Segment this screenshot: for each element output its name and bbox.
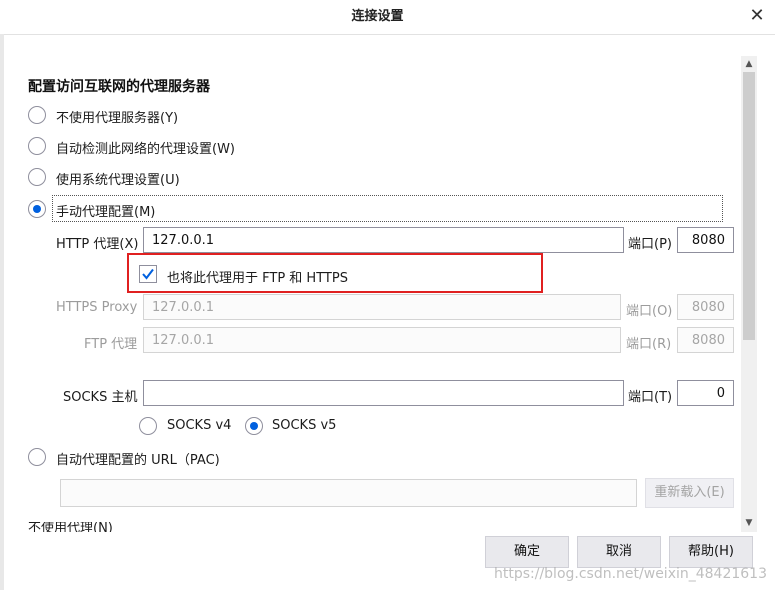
also-use-checkbox[interactable] <box>139 265 157 283</box>
https-port-input[interactable] <box>677 294 734 320</box>
radio-manual-proxy-label[interactable]: 手动代理配置(M) <box>56 201 155 220</box>
socks-host-input[interactable] <box>143 380 624 406</box>
ftp-port-label: 端口(R) <box>626 337 672 352</box>
help-button[interactable]: 帮助(H) <box>669 536 753 568</box>
http-port-input[interactable] <box>677 227 734 253</box>
socks-port-input[interactable] <box>677 380 734 406</box>
no-proxy-for-label-cut: 不使用代理(N) <box>28 522 113 532</box>
scroll-up-icon[interactable]: ▲ <box>741 57 757 71</box>
radio-system-proxy[interactable] <box>28 168 46 186</box>
section-title: 配置访问互联网的代理服务器 <box>28 79 210 95</box>
https-proxy-label: HTTPS Proxy <box>56 300 138 315</box>
checkmark-icon <box>142 268 154 280</box>
https-port-label: 端口(O) <box>626 304 673 319</box>
pac-url-input[interactable] <box>60 479 637 507</box>
radio-pac-label[interactable]: 自动代理配置的 URL（PAC) <box>56 449 220 468</box>
ftp-proxy-input[interactable] <box>143 327 621 353</box>
radio-socks-v5-label[interactable]: SOCKS v5 <box>272 418 336 433</box>
scrollbar-thumb[interactable] <box>743 72 755 340</box>
radio-auto-detect[interactable] <box>28 137 46 155</box>
window-left-edge <box>0 0 4 590</box>
https-proxy-input[interactable] <box>143 294 621 320</box>
radio-auto-detect-label[interactable]: 自动检测此网络的代理设置(W) <box>56 138 235 157</box>
radio-socks-v5[interactable] <box>245 417 263 435</box>
watermark: https://blog.csdn.net/weixin_48421613 <box>493 566 767 582</box>
radio-system-proxy-label[interactable]: 使用系统代理设置(U) <box>56 169 180 188</box>
reload-button[interactable]: 重新载入(E) <box>645 478 734 508</box>
ok-button[interactable]: 确定 <box>485 536 569 568</box>
ftp-port-input[interactable] <box>677 327 734 353</box>
title-separator <box>4 34 775 35</box>
also-use-label[interactable]: 也将此代理用于 FTP 和 HTTPS <box>167 267 348 286</box>
http-port-label: 端口(P) <box>628 237 672 252</box>
scroll-down-icon[interactable]: ▼ <box>741 516 757 530</box>
cancel-button[interactable]: 取消 <box>577 536 661 568</box>
http-proxy-label: HTTP 代理(X) <box>56 237 139 252</box>
http-proxy-input[interactable] <box>143 227 624 253</box>
radio-no-proxy[interactable] <box>28 106 46 124</box>
ftp-proxy-label: FTP 代理 <box>84 337 138 352</box>
radio-pac[interactable] <box>28 448 46 466</box>
radio-manual-proxy[interactable] <box>28 200 46 218</box>
radio-no-proxy-label[interactable]: 不使用代理服务器(Y) <box>56 107 178 126</box>
close-icon[interactable]: ✕ <box>747 6 767 26</box>
socks-host-label: SOCKS 主机 <box>63 390 138 405</box>
radio-socks-v4-label[interactable]: SOCKS v4 <box>167 418 231 433</box>
socks-port-label: 端口(T) <box>628 390 673 405</box>
radio-socks-v4[interactable] <box>139 417 157 435</box>
dialog-title: 连接设置 <box>351 9 404 24</box>
